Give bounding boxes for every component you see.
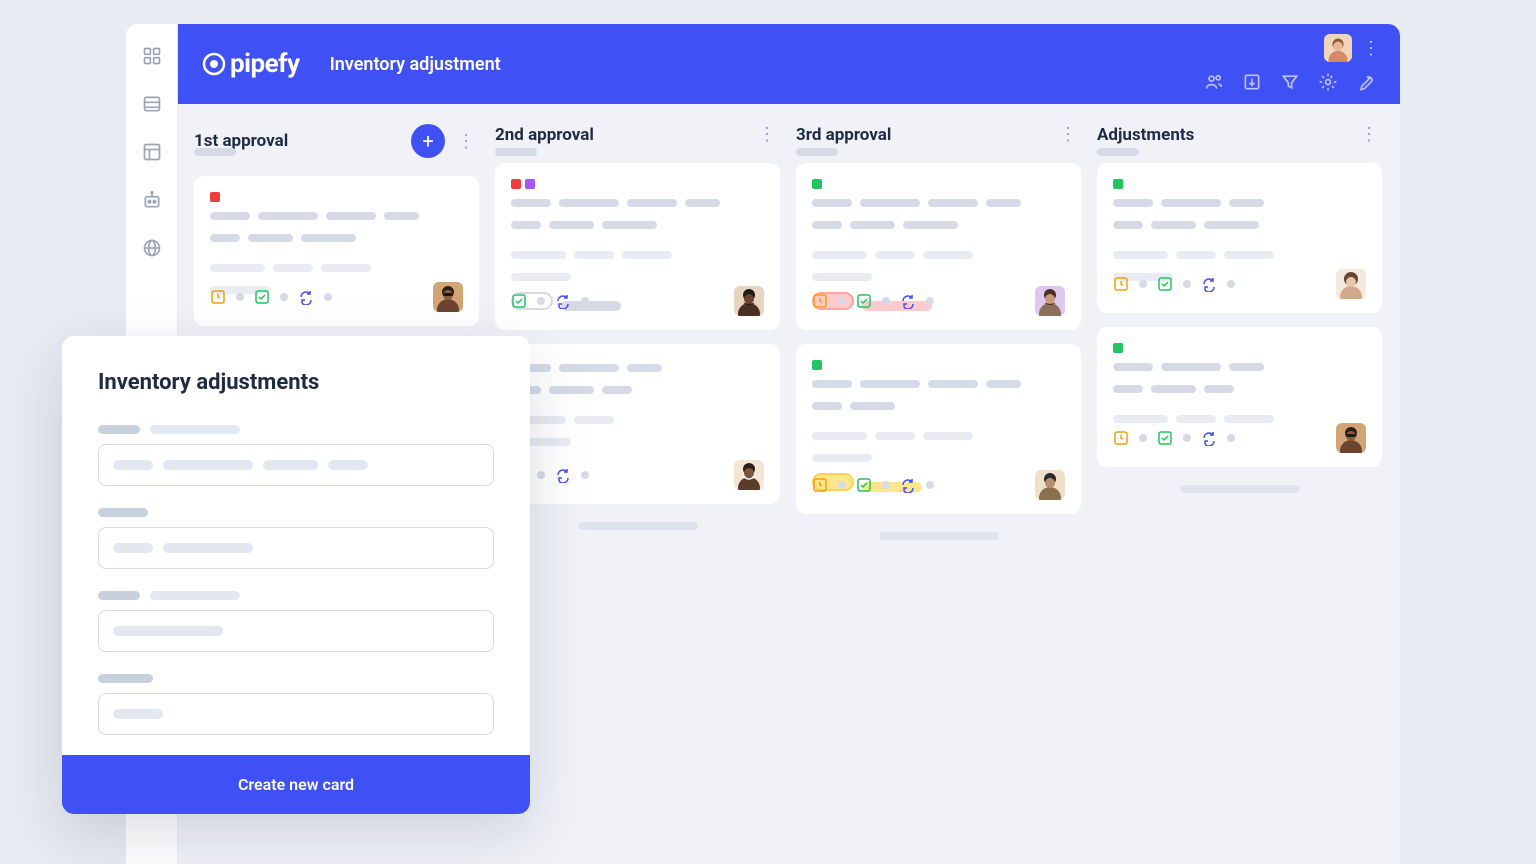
assignee-avatar[interactable] <box>1336 269 1366 299</box>
globe-icon[interactable] <box>142 238 162 258</box>
apps-icon[interactable] <box>142 46 162 66</box>
check-icon <box>254 289 270 305</box>
form-input[interactable] <box>98 610 494 652</box>
layout-icon[interactable] <box>142 142 162 162</box>
check-icon <box>1157 430 1173 446</box>
card[interactable] <box>194 176 479 326</box>
form-input[interactable] <box>98 444 494 486</box>
assignee-avatar[interactable] <box>734 460 764 490</box>
create-card-modal: Inventory adjustments <box>62 336 530 814</box>
column-footer-skel <box>578 522 698 530</box>
column-footer-skel <box>1180 485 1300 493</box>
column-subtitle-skel <box>495 148 537 156</box>
clock-icon <box>1113 276 1129 292</box>
header-menu-icon[interactable]: ⋮ <box>1362 38 1380 59</box>
card[interactable] <box>796 344 1081 514</box>
sync-icon <box>555 467 571 483</box>
page-title: Inventory adjustment <box>330 54 501 75</box>
column-title: 2nd approval <box>495 125 594 145</box>
column-subtitle-skel <box>1097 148 1139 156</box>
check-icon <box>1157 276 1173 292</box>
card[interactable] <box>1097 327 1382 467</box>
column-header: 3rd approval ⋮ <box>796 124 1081 145</box>
sync-icon <box>298 289 314 305</box>
wrench-icon[interactable] <box>1356 72 1376 92</box>
column-header: Adjustments ⋮ <box>1097 124 1382 145</box>
field-label <box>98 425 494 434</box>
card[interactable] <box>495 344 780 504</box>
clock-icon <box>1113 430 1129 446</box>
column-menu-icon[interactable]: ⋮ <box>1356 124 1382 145</box>
card-footer-icons <box>210 289 332 305</box>
brand-logo[interactable]: pipefy <box>202 49 300 79</box>
user-avatar[interactable] <box>1324 34 1352 62</box>
automation-icon[interactable] <box>142 190 162 210</box>
label-purple <box>525 179 535 189</box>
column-adjustments: Adjustments ⋮ <box>1097 124 1382 844</box>
assignee-avatar[interactable] <box>1336 423 1366 453</box>
clock-icon <box>812 477 828 493</box>
check-icon <box>856 293 872 309</box>
card[interactable] <box>495 163 780 330</box>
sync-icon <box>900 293 916 309</box>
filter-icon[interactable] <box>1280 72 1300 92</box>
card[interactable] <box>796 163 1081 330</box>
create-card-button[interactable]: Create new card <box>62 755 530 814</box>
column-header: 1st approval + ⋮ <box>194 124 479 158</box>
clock-icon <box>210 289 226 305</box>
field-label <box>98 508 494 517</box>
list-icon[interactable] <box>142 94 162 114</box>
column-footer-skel <box>879 532 999 540</box>
column-3rd-approval: 3rd approval ⋮ <box>796 124 1081 844</box>
header-tools <box>1204 72 1376 92</box>
sync-icon <box>900 477 916 493</box>
label-green <box>812 360 822 370</box>
label-green <box>812 179 822 189</box>
sync-icon <box>1201 430 1217 446</box>
settings-icon[interactable] <box>1318 72 1338 92</box>
label-red <box>210 192 220 202</box>
column-title: Adjustments <box>1097 125 1194 145</box>
add-card-button[interactable]: + <box>411 124 445 158</box>
field-label <box>98 674 494 683</box>
import-icon[interactable] <box>1242 72 1262 92</box>
check-icon <box>511 293 527 309</box>
sync-icon <box>1201 276 1217 292</box>
people-icon[interactable] <box>1204 72 1224 92</box>
header: pipefy Inventory adjustment ⋮ <box>178 24 1400 104</box>
field-label <box>98 591 494 600</box>
column-2nd-approval: 2nd approval ⋮ <box>495 124 780 844</box>
form-input[interactable] <box>98 693 494 735</box>
column-menu-icon[interactable]: ⋮ <box>453 131 479 152</box>
clock-icon <box>812 293 828 309</box>
label-red <box>511 179 521 189</box>
sync-icon <box>555 293 571 309</box>
column-header: 2nd approval ⋮ <box>495 124 780 145</box>
card[interactable] <box>1097 163 1382 313</box>
column-subtitle-skel <box>796 148 838 156</box>
label-green <box>1113 343 1123 353</box>
column-subtitle-skel <box>194 148 236 156</box>
brand-text: pipefy <box>230 49 300 79</box>
assignee-avatar[interactable] <box>734 286 764 316</box>
modal-title: Inventory adjustments <box>98 370 494 395</box>
assignee-avatar[interactable] <box>433 282 463 312</box>
column-menu-icon[interactable]: ⋮ <box>754 124 780 145</box>
assignee-avatar[interactable] <box>1035 470 1065 500</box>
form-input[interactable] <box>98 527 494 569</box>
assignee-avatar[interactable] <box>1035 286 1065 316</box>
label-green <box>1113 179 1123 189</box>
check-icon <box>856 477 872 493</box>
column-menu-icon[interactable]: ⋮ <box>1055 124 1081 145</box>
column-title: 3rd approval <box>796 125 891 145</box>
